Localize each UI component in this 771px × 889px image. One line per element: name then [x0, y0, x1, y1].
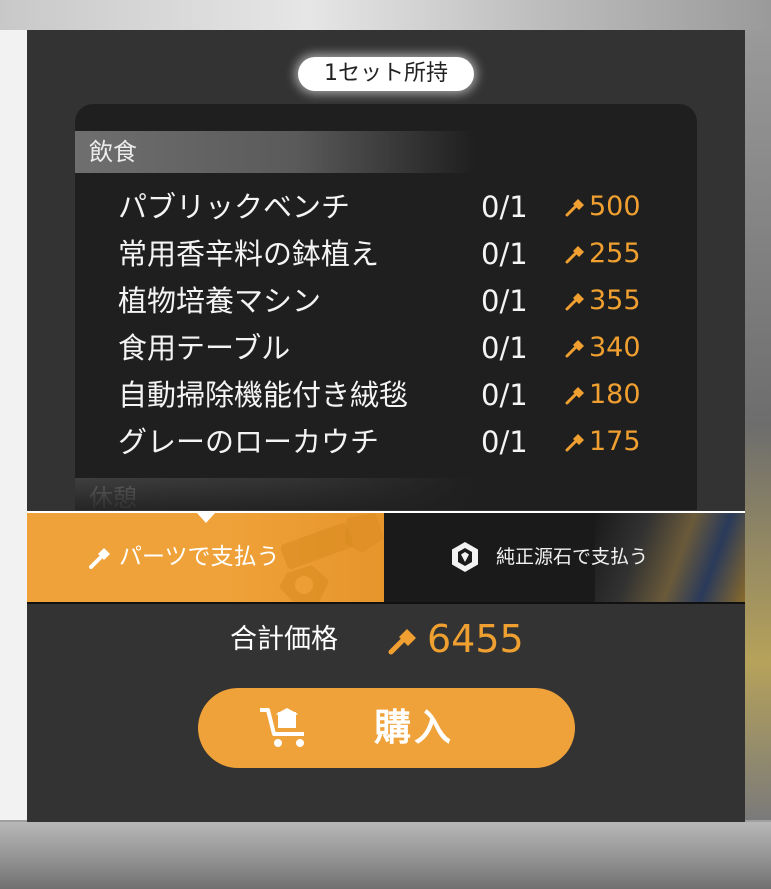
item-count: 0/1: [481, 237, 528, 271]
pay-with-originium-tab[interactable]: 純正源石で支払う: [384, 513, 745, 602]
background-top: [0, 0, 771, 30]
list-item: 常用香辛料の鉢植え 0/1 255: [75, 234, 697, 274]
item-price-value: 255: [589, 238, 641, 269]
buy-button-label: 購入: [374, 706, 454, 749]
background-left: [0, 30, 27, 820]
item-name: 食用テーブル: [118, 331, 291, 365]
item-price-value: 175: [589, 426, 641, 457]
item-name: 常用香辛料の鉢植え: [118, 237, 380, 271]
hammer-icon: [565, 292, 584, 310]
list-item: パブリックベンチ 0/1 500: [75, 187, 697, 227]
buy-button[interactable]: 購入: [198, 688, 575, 768]
item-name: 植物培養マシン: [118, 284, 322, 318]
hammer-icon: [388, 629, 416, 655]
list-item: 食用テーブル 0/1 340: [75, 328, 697, 368]
item-price-value: 500: [589, 191, 641, 222]
list-item: 植物培養マシン 0/1 355: [75, 281, 697, 321]
item-name: グレーのローカウチ: [118, 425, 380, 459]
item-price-value: 340: [589, 332, 641, 363]
pay-with-parts-label: パーツで支払う: [119, 544, 280, 570]
item-count: 0/1: [481, 331, 528, 365]
item-count: 0/1: [481, 378, 528, 412]
list-fade: [75, 464, 697, 510]
item-price: 175: [565, 422, 641, 462]
cart-icon: [260, 708, 304, 747]
pay-with-parts-tab[interactable]: パーツで支払う: [27, 513, 384, 602]
pay-with-originium-label: 純正源石で支払う: [496, 546, 649, 568]
total-price: 合計価格 6455: [27, 612, 745, 668]
item-count: 0/1: [481, 425, 528, 459]
item-count: 0/1: [481, 284, 528, 318]
total-price-value: 6455: [427, 617, 524, 661]
item-list[interactable]: 飲食 パブリックベンチ 0/1 500 常用香辛料の鉢植え 0/1 255 植物…: [75, 104, 697, 510]
background-right: [745, 30, 771, 820]
hammer-icon: [565, 245, 584, 263]
total-price-label: 合計価格: [230, 624, 338, 655]
payment-method-bar: パーツで支払う 純正源石で支払う: [27, 511, 745, 604]
hammer-icon: [89, 548, 110, 569]
hammer-icon: [565, 386, 584, 404]
list-item: 自動掃除機能付き絨毯 0/1 180: [75, 375, 697, 415]
item-name: パブリックベンチ: [118, 190, 351, 224]
category-header: 飲食: [75, 131, 475, 173]
originium-icon: [452, 542, 478, 572]
owned-set-badge: 1セット所持: [298, 57, 474, 91]
hammer-icon: [565, 433, 584, 451]
item-price: 340: [565, 328, 641, 368]
hammer-icon: [565, 198, 584, 216]
item-count: 0/1: [481, 190, 528, 224]
hammer-icon: [565, 339, 584, 357]
item-price-value: 180: [589, 379, 641, 410]
item-price: 355: [565, 281, 641, 321]
item-name: 自動掃除機能付き絨毯: [118, 378, 409, 412]
item-price: 180: [565, 375, 641, 415]
item-price-value: 355: [589, 285, 641, 316]
item-price: 500: [565, 187, 641, 227]
list-item: グレーのローカウチ 0/1 175: [75, 422, 697, 462]
background-bottom: [0, 822, 771, 889]
item-price: 255: [565, 234, 641, 274]
